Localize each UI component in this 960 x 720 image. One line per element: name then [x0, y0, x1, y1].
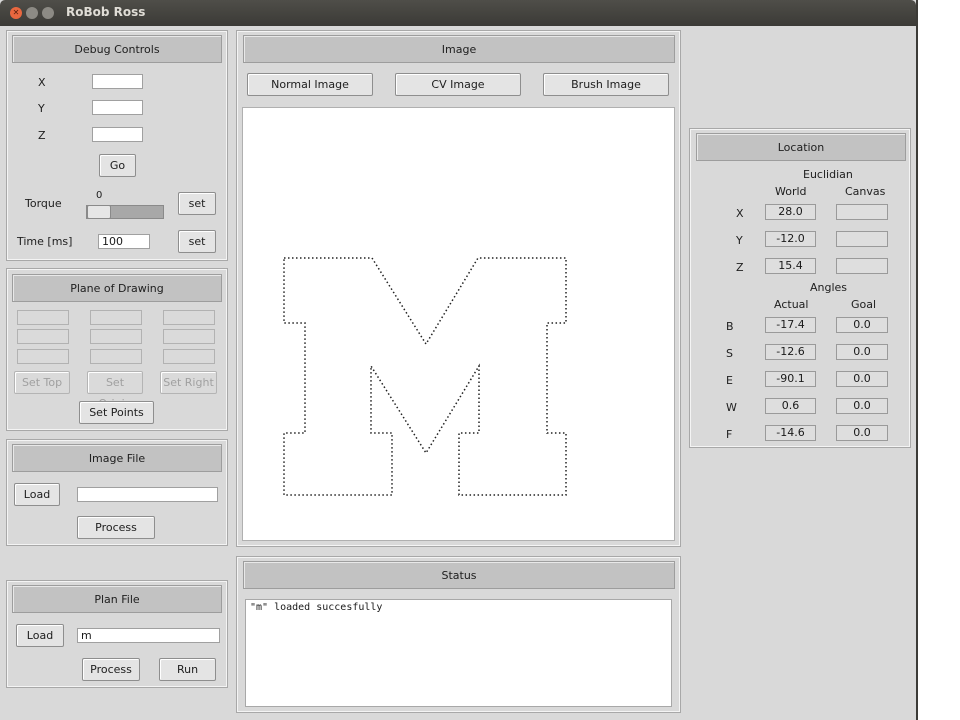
set-origin-button[interactable]: Set Origin [87, 371, 143, 410]
plane-of-drawing-header[interactable]: Plane of Drawing [12, 274, 222, 302]
m-letter-outline [283, 257, 567, 496]
set-right-button[interactable]: Set Right [160, 371, 217, 394]
image-process-button[interactable]: Process [77, 516, 155, 539]
image-header[interactable]: Image [243, 35, 675, 63]
status-message: "m" loaded succesfully [245, 599, 672, 707]
world-y-value: -12.0 [765, 231, 816, 247]
window-title: RoBob Ross [66, 5, 146, 19]
angle-w-actual: 0.6 [765, 398, 816, 414]
torque-label: Torque [25, 197, 62, 210]
plane-field-1-3 [163, 310, 215, 325]
m-outline-drawing [283, 257, 567, 496]
location-row-label: Y [736, 234, 743, 247]
image-load-button[interactable]: Load [14, 483, 60, 506]
debug-x-input[interactable] [92, 74, 143, 89]
set-points-button[interactable]: Set Points [79, 401, 154, 424]
goal-column-label: Goal [851, 298, 877, 311]
plan-file-header[interactable]: Plan File [12, 585, 222, 613]
angle-row-label: S [726, 347, 733, 360]
angle-e-actual: -90.1 [765, 371, 816, 387]
plan-process-button[interactable]: Process [82, 658, 140, 681]
debug-y-input[interactable] [92, 100, 143, 115]
close-window-icon[interactable]: ✕ [10, 7, 22, 19]
angle-row-label: F [726, 428, 733, 441]
status-header[interactable]: Status [243, 561, 675, 589]
cv-image-button[interactable]: CV Image [395, 73, 521, 96]
normal-image-button[interactable]: Normal Image [247, 73, 373, 96]
plane-field-3-3 [163, 349, 215, 364]
angle-b-goal: 0.0 [836, 317, 888, 333]
set-top-button[interactable]: Set Top [14, 371, 70, 394]
angles-label: Angles [810, 281, 848, 294]
angle-e-goal: 0.0 [836, 371, 888, 387]
plane-field-2-2 [90, 329, 142, 344]
image-path-input[interactable] [77, 487, 218, 502]
torque-value: 0 [96, 190, 103, 201]
debug-x-label: X [38, 76, 46, 89]
time-label: Time [ms] [17, 235, 73, 248]
go-button[interactable]: Go [99, 154, 136, 177]
time-input[interactable]: 100 [98, 234, 150, 249]
plan-load-button[interactable]: Load [16, 624, 64, 647]
debug-z-input[interactable] [92, 127, 143, 142]
plane-field-2-3 [163, 329, 215, 344]
brush-image-button[interactable]: Brush Image [543, 73, 669, 96]
canvas-column-label: Canvas [845, 185, 886, 198]
canvas-z-value [836, 258, 888, 274]
maximize-window-icon[interactable] [42, 7, 54, 19]
plane-field-3-2 [90, 349, 142, 364]
debug-y-label: Y [38, 102, 45, 115]
minimize-window-icon[interactable] [26, 7, 38, 19]
angle-f-actual: -14.6 [765, 425, 816, 441]
location-row-label: Z [736, 261, 744, 274]
torque-slider-handle[interactable] [87, 205, 111, 219]
image-file-header[interactable]: Image File [12, 444, 222, 472]
location-row-label: X [736, 207, 744, 220]
plane-field-1-1 [17, 310, 69, 325]
plane-field-2-1 [17, 329, 69, 344]
debug-z-label: Z [38, 129, 46, 142]
euclidian-label: Euclidian [803, 168, 853, 181]
debug-controls-panel [6, 30, 228, 261]
image-canvas[interactable] [242, 107, 675, 541]
plane-field-3-1 [17, 349, 69, 364]
run-button[interactable]: Run [159, 658, 216, 681]
angle-row-label: W [726, 401, 737, 414]
angle-b-actual: -17.4 [765, 317, 816, 333]
angle-s-goal: 0.0 [836, 344, 888, 360]
actual-column-label: Actual [774, 298, 809, 311]
angle-row-label: B [726, 320, 734, 333]
location-header[interactable]: Location [696, 133, 906, 161]
world-x-value: 28.0 [765, 204, 816, 220]
app-window: ✕ RoBob Ross Debug Controls X Y Z Go Tor… [0, 0, 918, 720]
plan-path-input[interactable]: m [77, 628, 220, 643]
angle-f-goal: 0.0 [836, 425, 888, 441]
title-bar: ✕ RoBob Ross [0, 0, 916, 26]
set-time-button[interactable]: set [178, 230, 216, 253]
world-column-label: World [775, 185, 807, 198]
world-z-value: 15.4 [765, 258, 816, 274]
plane-field-1-2 [90, 310, 142, 325]
angle-s-actual: -12.6 [765, 344, 816, 360]
angle-row-label: E [726, 374, 733, 387]
debug-controls-header[interactable]: Debug Controls [12, 35, 222, 63]
set-torque-button[interactable]: set [178, 192, 216, 215]
canvas-y-value [836, 231, 888, 247]
canvas-x-value [836, 204, 888, 220]
angle-w-goal: 0.0 [836, 398, 888, 414]
